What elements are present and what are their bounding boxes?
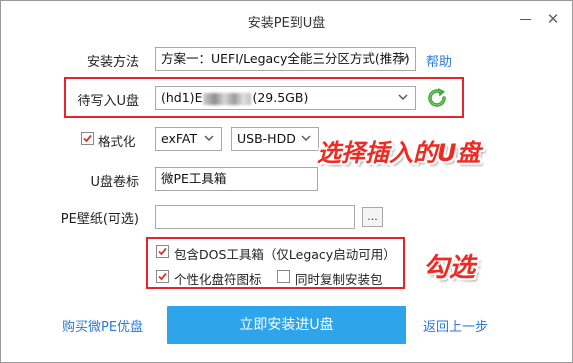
minimize-icon (519, 18, 531, 20)
copy-package-label: 同时复制安装包 (295, 272, 383, 287)
chevron-down-icon (301, 128, 313, 150)
install-method-select[interactable]: 方案一：UEFI/Legacy全能三分区方式(推荐) (155, 47, 416, 71)
chevron-down-icon (398, 48, 410, 70)
browse-button[interactable]: ... (362, 207, 383, 227)
custom-icon-checkbox[interactable] (156, 270, 169, 283)
target-disk-select[interactable]: (hd1)E (29.5GB) (155, 86, 416, 110)
redacted-disk-name (203, 92, 252, 105)
annotation-select-usb: 选择插入的U盘 (317, 139, 481, 167)
title-bar: 安装PE到U盘 ✕ (1, 1, 572, 39)
custom-icon-label: 个性化盘符图标 (174, 272, 262, 287)
format-label: 格式化 (98, 134, 136, 149)
filesystem-value: exFAT (161, 131, 198, 146)
chevron-down-icon (398, 87, 410, 109)
include-dos-label: 包含DOS工具箱（仅Legacy启动可用） (174, 247, 396, 262)
target-disk-size: (29.5GB) (252, 90, 309, 105)
annotation-check: 勾选 (423, 253, 476, 283)
chevron-down-icon (204, 128, 216, 150)
close-button[interactable]: ✕ (540, 7, 566, 31)
close-icon: ✕ (546, 10, 560, 28)
help-link[interactable]: 帮助 (426, 51, 452, 70)
buy-usb-link[interactable]: 购买微PE优盘 (62, 316, 143, 335)
install-now-button[interactable]: 立即安装进U盘 (167, 306, 406, 344)
boot-mode-select[interactable]: USB-HDD (231, 127, 319, 151)
format-checkbox[interactable] (81, 132, 94, 145)
refresh-icon[interactable] (425, 86, 449, 110)
target-disk-label: 待写入U盘 (77, 94, 139, 109)
copy-package-checkbox[interactable] (277, 270, 290, 283)
volume-label-label: U盘卷标 (90, 175, 139, 190)
back-link[interactable]: 返回上一步 (423, 316, 488, 335)
wallpaper-label: PE壁纸(可选) (60, 212, 139, 227)
installer-window: 安装PE到U盘 ✕ 安装方法 方案一：UEFI/Legacy全能三分区方式(推荐… (0, 0, 573, 363)
include-dos-checkbox[interactable] (156, 245, 169, 258)
minimize-button[interactable] (512, 7, 538, 31)
window-title: 安装PE到U盘 (247, 16, 326, 31)
filesystem-select[interactable]: exFAT (155, 127, 222, 151)
target-disk-prefix: (hd1)E (161, 90, 203, 105)
install-method-value: 方案一：UEFI/Legacy全能三分区方式(推荐) (161, 51, 410, 66)
volume-label-input[interactable]: 微PE工具箱 (155, 167, 318, 191)
install-method-label: 安装方法 (86, 55, 139, 70)
wallpaper-input[interactable] (155, 205, 355, 229)
boot-mode-value: USB-HDD (237, 131, 296, 146)
